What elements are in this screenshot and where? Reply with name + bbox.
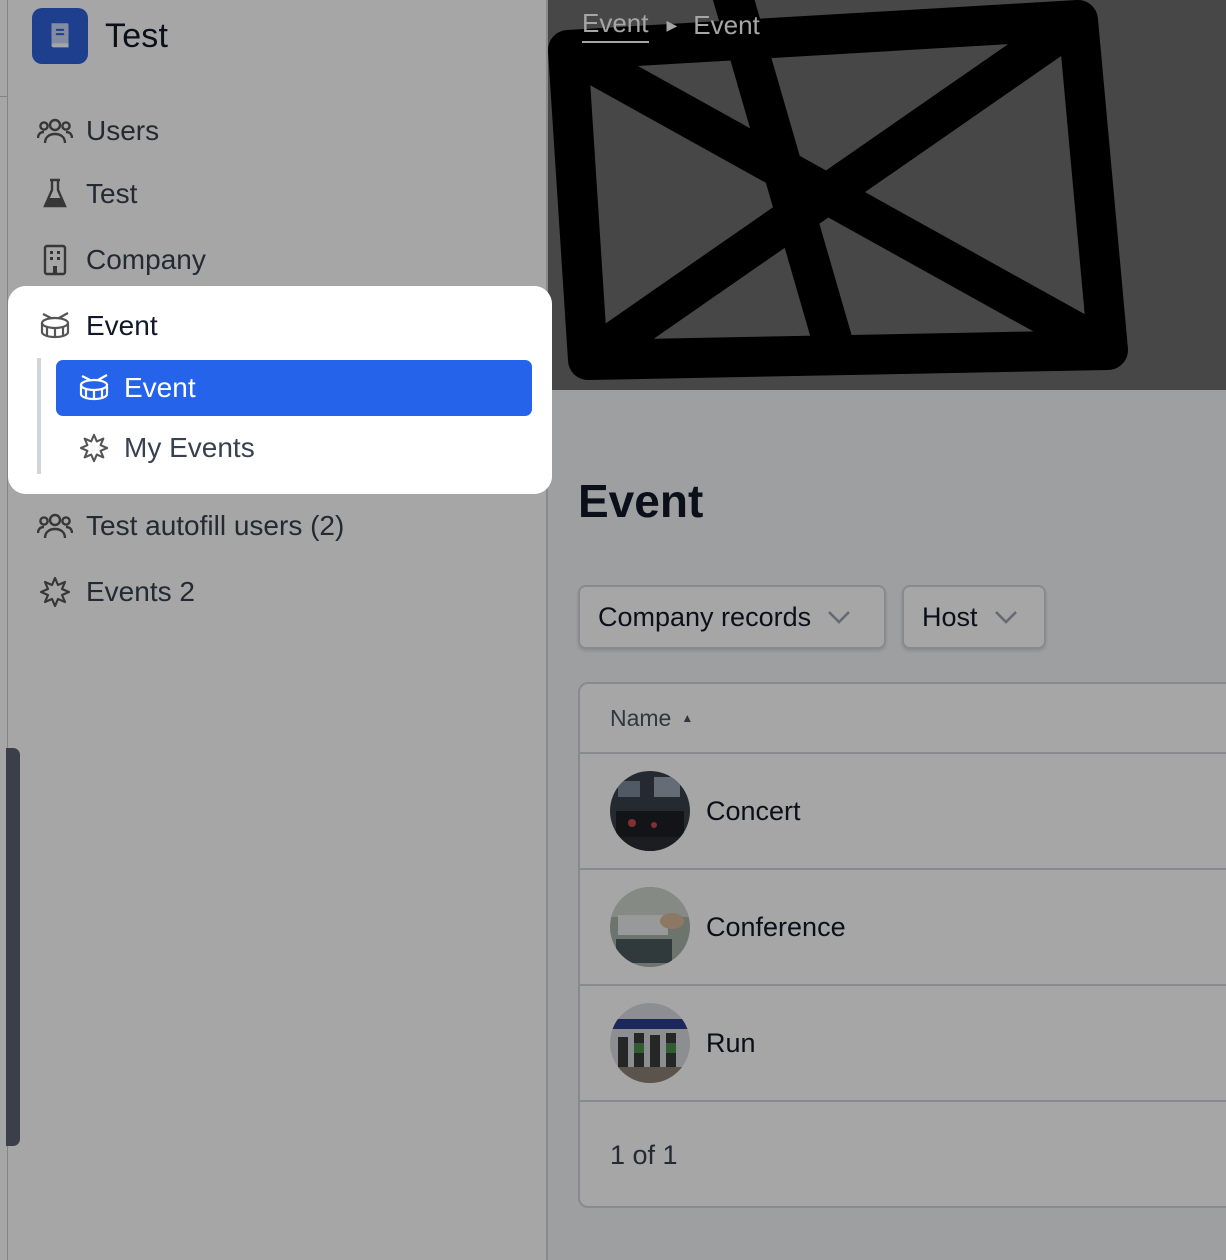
filter-label: Host <box>922 601 978 632</box>
sidebar-item-label: Test <box>86 178 138 209</box>
breadcrumb-parent-link[interactable]: Event <box>582 8 649 43</box>
flask-icon <box>36 175 74 213</box>
breadcrumb: Event ▶ Event <box>582 8 760 43</box>
main-content: Event ▶ Event Event Company records Host… <box>548 0 1226 1260</box>
event-name: Concert <box>706 795 801 826</box>
sidebar-subitem-my-events[interactable]: My Events <box>76 426 255 470</box>
sidebar-subitem-event[interactable]: Event <box>56 360 532 416</box>
sort-ascending-icon: ▲ <box>681 711 694 725</box>
chevron-down-icon <box>827 610 851 624</box>
burst-icon <box>36 573 74 611</box>
drum-icon <box>36 307 74 345</box>
hero-pattern-image <box>548 0 1226 390</box>
users-icon <box>36 112 74 150</box>
sidebar-item-label: Company <box>86 244 206 275</box>
conference-thumbnail <box>610 887 690 967</box>
app-brand[interactable]: Test <box>32 8 168 64</box>
column-header-name[interactable]: Name ▲ <box>580 684 1226 754</box>
page-title: Event <box>578 475 704 527</box>
drum-icon <box>76 370 112 406</box>
app-title: Test <box>105 16 169 55</box>
subnav-indent-bar <box>37 358 41 474</box>
event-name: Run <box>706 1027 756 1058</box>
sidebar-item-event[interactable]: Event <box>36 304 158 348</box>
users-icon <box>36 507 74 545</box>
sidebar-edge-tick <box>0 96 8 97</box>
burst-icon <box>76 430 112 466</box>
breadcrumb-separator-icon: ▶ <box>666 17 678 33</box>
event-name: Conference <box>706 911 846 942</box>
book-icon <box>32 8 88 64</box>
sidebar-item-label: Test autofill users (2) <box>86 510 345 541</box>
filter-label: Company records <box>598 601 812 632</box>
sidebar: Test Users Test Company Test autofill us… <box>0 0 548 1260</box>
chevron-down-icon <box>994 610 1018 624</box>
sidebar-item-events-2[interactable]: Events 2 <box>36 570 195 614</box>
sidebar-item-label: Users <box>86 115 160 146</box>
sidebar-subitem-label: Event <box>124 372 196 403</box>
column-header-label: Name <box>610 704 672 731</box>
sidebar-item-company[interactable]: Company <box>36 238 206 282</box>
sidebar-item-label: Events 2 <box>86 576 195 607</box>
table-row[interactable]: Concert <box>580 754 1226 870</box>
concert-thumbnail <box>610 771 690 851</box>
host-filter[interactable]: Host <box>902 585 1046 649</box>
events-table: Name ▲ Concert Conference Run 1 of 1 <box>578 682 1226 1208</box>
breadcrumb-current: Event <box>693 10 760 40</box>
sidebar-item-test-autofill-users[interactable]: Test autofill users (2) <box>36 504 344 548</box>
sidebar-item-test[interactable]: Test <box>36 172 137 216</box>
run-thumbnail <box>610 1003 690 1083</box>
company-records-filter[interactable]: Company records <box>578 585 886 649</box>
pagination-status: 1 of 1 <box>610 1140 678 1170</box>
sidebar-item-label: Event <box>86 310 158 341</box>
building-icon <box>36 241 74 279</box>
table-row[interactable]: Run <box>580 986 1226 1102</box>
sidebar-item-users[interactable]: Users <box>36 109 159 153</box>
event-nav-group-spotlight: Event Event My Events <box>8 286 552 494</box>
hero-banner: Event ▶ Event <box>548 0 1226 390</box>
sidebar-subitem-label: My Events <box>124 432 255 463</box>
sidebar-scrollbar[interactable] <box>6 748 20 1146</box>
table-row[interactable]: Conference <box>580 870 1226 986</box>
